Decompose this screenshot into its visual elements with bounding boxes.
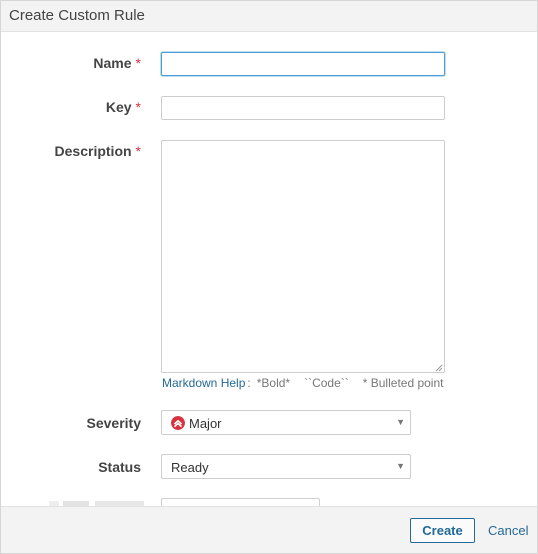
- name-input[interactable]: [161, 52, 445, 76]
- required-marker: *: [135, 143, 141, 159]
- description-label-text: Description: [54, 143, 132, 159]
- severity-selected-value: Major: [189, 416, 222, 431]
- key-input[interactable]: [161, 96, 445, 120]
- partial-field-input[interactable]: [161, 498, 320, 506]
- required-marker: *: [135, 99, 141, 115]
- markdown-bullet-hint: * Bulleted point: [362, 376, 444, 390]
- key-label: Key *: [106, 99, 141, 115]
- markdown-bold-hint: *Bold*: [256, 376, 291, 390]
- status-select[interactable]: Ready ▼: [161, 454, 411, 479]
- status-label: Status: [98, 459, 141, 475]
- markdown-help-separator: :: [247, 376, 251, 390]
- markdown-code-hint: ``Code``: [304, 376, 349, 390]
- chevron-down-icon: ▼: [396, 461, 405, 471]
- status-selected-value: Ready: [171, 460, 209, 475]
- description-textarea[interactable]: [161, 140, 445, 373]
- name-label: Name *: [93, 55, 141, 71]
- markdown-help-bar: Markdown Help: *Bold* ``Code`` * Bulleted p…: [162, 376, 443, 390]
- severity-select[interactable]: Major ▼: [161, 410, 411, 435]
- severity-label: Severity: [86, 415, 141, 431]
- create-custom-rule-dialog: Create Custom Rule Name * Key * Descriptio…: [0, 0, 538, 554]
- dialog-footer: Create Cancel: [1, 506, 537, 553]
- description-label: Description *: [55, 143, 141, 159]
- dialog-header: Create Custom Rule: [1, 1, 537, 32]
- required-marker: *: [135, 55, 141, 71]
- chevron-down-icon: ▼: [396, 417, 405, 427]
- dialog-body[interactable]: Name * Key * Description * Markdown Help: *B…: [1, 32, 537, 506]
- name-label-text: Name: [93, 55, 132, 71]
- cancel-link[interactable]: Cancel: [488, 523, 528, 538]
- resize-grip-icon[interactable]: [435, 364, 443, 372]
- major-severity-icon: [171, 416, 185, 430]
- key-label-text: Key: [105, 99, 132, 115]
- markdown-help-link[interactable]: Markdown Help: [162, 376, 245, 390]
- create-button[interactable]: Create: [410, 518, 475, 543]
- dialog-title: Create Custom Rule: [9, 7, 145, 24]
